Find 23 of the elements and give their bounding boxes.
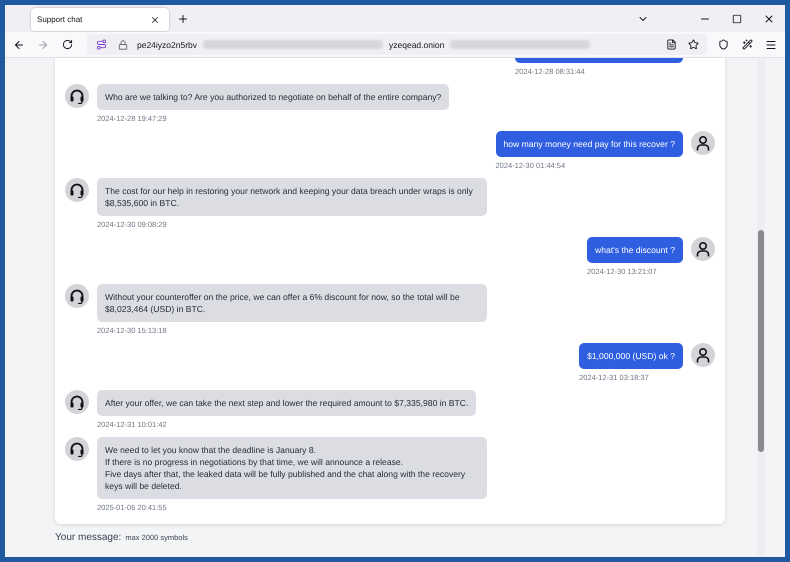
message-bubble: $1,000,000 (USD) ok ? <box>579 343 683 369</box>
person-icon <box>695 347 711 363</box>
headset-icon <box>69 288 85 304</box>
message-bubble: We need to let you know that the deadline is January 8. If there is no progress in negotiations by that time, we will announce a release. Five days after that, the leaked data will be fully published and the chat along with the recovery keys will be deleted. <box>97 437 487 499</box>
message-bubble: how many money need pay for this recover ? <box>496 131 683 157</box>
headset-icon <box>69 394 85 410</box>
person-icon <box>695 135 711 151</box>
message-bubble: what's the discount ? <box>587 237 683 263</box>
headset-icon <box>69 88 85 104</box>
address-bar[interactable]: pe24iyzo2n5rbv yzeqead.onion <box>87 34 707 55</box>
message-bubble: Without your counteroffer on the price, we can offer a 6% discount for now, so the total will be $8,023,464 (USD) in BTC. <box>97 284 487 322</box>
scrollbar-track[interactable] <box>757 58 765 557</box>
message-bubble: The cost for our help in restoring your network and keeping your data breach under wraps is only $8,535,600 in BTC. <box>97 178 487 216</box>
message-label: Your message: <box>55 532 122 543</box>
message-bubble: Who are we talking to? Are you authorized to negotiate on behalf of the entire company? <box>97 84 450 110</box>
message-bubble: After your offer, we can take the next step and lower the required amount to $7,335,980 in BTC. <box>97 390 476 416</box>
browser-tab[interactable]: Support chat <box>31 8 169 31</box>
headset-icon <box>69 182 85 198</box>
url-text: pe24iyzo2n5rbv <box>137 40 198 50</box>
headset-icon <box>69 441 85 457</box>
person-icon <box>695 241 711 257</box>
url-text: yzeqead.onion <box>389 40 444 50</box>
scrollbar-thumb[interactable] <box>758 230 764 452</box>
